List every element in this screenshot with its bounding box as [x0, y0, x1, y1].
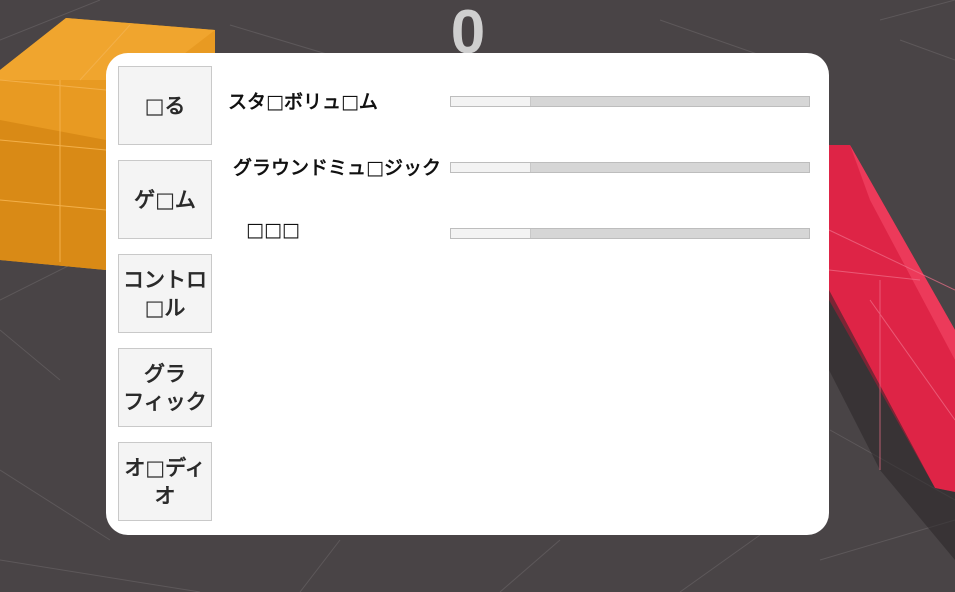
tab-game[interactable]: ゲ□ム	[118, 160, 212, 239]
third-volume-slider[interactable]	[450, 228, 810, 239]
third-volume-label: □□□	[246, 219, 300, 241]
ground-music-slider[interactable]	[450, 162, 810, 173]
tab-audio[interactable]: オ□ディ オ	[118, 442, 212, 521]
star-volume-slider[interactable]	[450, 96, 810, 107]
slider-fill	[451, 229, 531, 238]
tab-graphics[interactable]: グラ フィック	[118, 348, 212, 427]
settings-panel: □る ゲ□ム コントロ □ル グラ フィック オ□ディ オ スタ□ボリュ□ム グ…	[106, 53, 829, 535]
game-scene: 0 □る ゲ□ム コントロ □ル グラ フィック オ□ディ オ スタ□ボリュ□ム…	[0, 0, 955, 592]
slider-fill	[451, 97, 531, 106]
red-block	[828, 145, 955, 560]
tab-controls[interactable]: コントロ □ル	[118, 254, 212, 333]
tab-back[interactable]: □る	[118, 66, 212, 145]
slider-fill	[451, 163, 531, 172]
ground-music-label: グラウンドミュ□ジック	[233, 157, 441, 179]
star-volume-label: スタ□ボリュ□ム	[228, 91, 378, 113]
